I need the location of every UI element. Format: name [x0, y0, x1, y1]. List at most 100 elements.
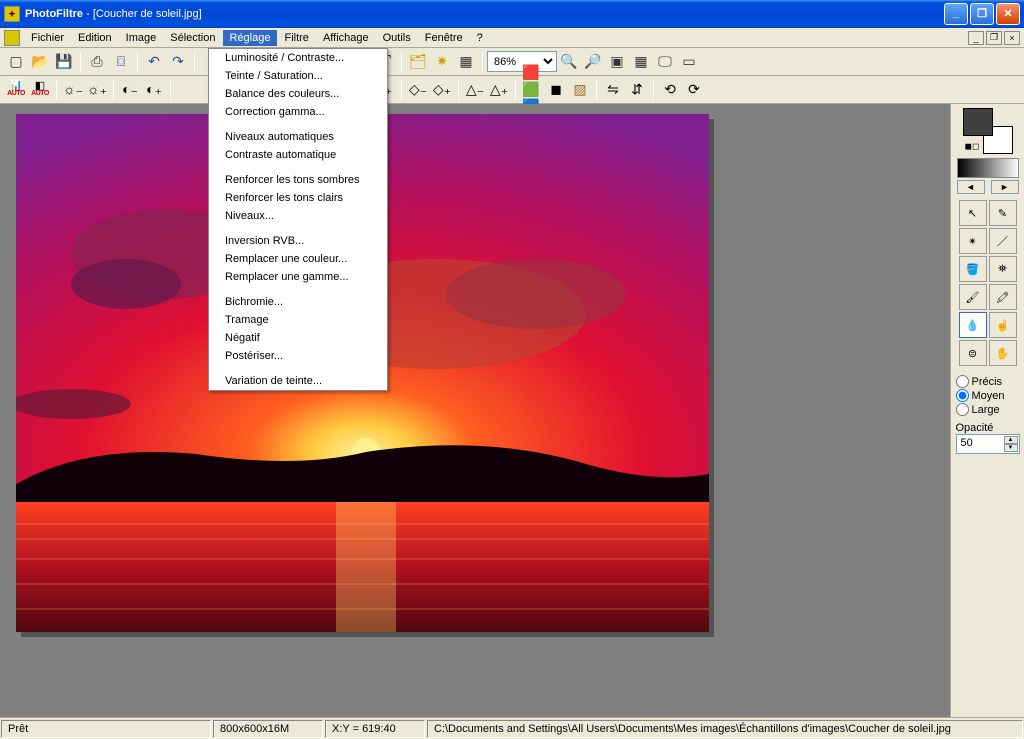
zoom-out-button[interactable]: 🔎 — [582, 51, 604, 73]
menu-image[interactable]: Image — [119, 30, 164, 46]
spray-tool[interactable]: ⛯ — [989, 256, 1017, 282]
dd-posteriser[interactable]: Postériser... — [209, 347, 387, 365]
tool-palette: ◼◻ ◄ ► ↖ ✎ ✴ ／ 🪣 ⛯ 🖌 🖍 💧 ☝ ⊜ ✋ Précis Mo… — [950, 104, 1024, 717]
menu-outils[interactable]: Outils — [376, 30, 418, 46]
mdi-restore[interactable]: ❐ — [986, 31, 1002, 45]
dd-tonsclairs[interactable]: Renforcer les tons clairs — [209, 189, 387, 207]
dd-contraste-auto[interactable]: Contraste automatique — [209, 146, 387, 164]
grad-next-button[interactable]: ► — [991, 180, 1019, 194]
dd-negatif[interactable]: Négatif — [209, 329, 387, 347]
doc-title: - [Coucher de soleil.jpg] — [83, 8, 202, 20]
actual-size-button[interactable]: ▦ — [630, 51, 652, 73]
opt-large[interactable]: Large — [956, 403, 1020, 416]
zoom-in-button[interactable]: 🔍 — [558, 51, 580, 73]
contrast-minus[interactable]: ◐₋ — [119, 79, 141, 101]
dd-variation[interactable]: Variation de teinte... — [209, 372, 387, 390]
dd-balance[interactable]: Balance des couleurs... — [209, 85, 387, 103]
mdi-close[interactable]: × — [1004, 31, 1020, 45]
print-button[interactable]: ⎙ — [86, 51, 108, 73]
grad-prev-button[interactable]: ◄ — [957, 180, 985, 194]
menu-affichage[interactable]: Affichage — [316, 30, 376, 46]
status-ready: Prêt — [1, 720, 211, 738]
gradient-bar[interactable] — [957, 158, 1019, 178]
undo-button[interactable]: ↶ — [143, 51, 165, 73]
opt-precis[interactable]: Précis — [956, 375, 1020, 388]
slideshow-button[interactable]: ▭ — [678, 51, 700, 73]
scan-button[interactable]: ⌼ — [110, 51, 132, 73]
adv-brush-tool[interactable]: 🖍 — [989, 284, 1017, 310]
menu-help[interactable]: ? — [470, 30, 490, 46]
open-button[interactable]: 📂 — [29, 51, 51, 73]
opt-moyen[interactable]: Moyen — [956, 389, 1020, 402]
auto-levels-button[interactable]: 📊AUTO — [5, 79, 27, 101]
clone-tool[interactable]: ⊜ — [959, 340, 987, 366]
contrast-plus[interactable]: ◐₊ — [143, 79, 165, 101]
wand-tool[interactable]: ✴ — [959, 228, 987, 254]
dd-niveaux[interactable]: Niveaux... — [209, 207, 387, 225]
sepia-button[interactable]: ▨ — [569, 79, 591, 101]
menu-fichier[interactable]: Fichier — [24, 30, 71, 46]
menubar: Fichier Edition Image Sélection Réglage … — [0, 28, 1024, 48]
brush-tool[interactable]: 🖌 — [959, 284, 987, 310]
opacity-label: Opacité — [956, 422, 1020, 434]
fullscreen-button[interactable]: 🖵 — [654, 51, 676, 73]
move-tool[interactable]: ✋ — [989, 340, 1017, 366]
fill-tool[interactable]: 🪣 — [959, 256, 987, 282]
dd-luminosite[interactable]: Luminosité / Contraste... — [209, 49, 387, 67]
dd-gamma[interactable]: Correction gamma... — [209, 103, 387, 121]
brightness-plus[interactable]: ☼₊ — [86, 79, 108, 101]
dd-bichromie[interactable]: Bichromie... — [209, 293, 387, 311]
rotate-ccw-button[interactable]: ⟲ — [659, 79, 681, 101]
toolbar-main: ▢ 📂 💾 ⎙ ⌼ ↶ ↷ T 🗂 ✷ ▦ 86% 🔍 🔎 ▣ ▦ 🖵 ▭ — [0, 48, 1024, 76]
foreground-color[interactable] — [963, 108, 993, 136]
rgb-swap-button[interactable]: 🟥🟩🟦 — [521, 79, 543, 101]
smudge-tool[interactable]: ☝ — [989, 312, 1017, 338]
dd-inversion[interactable]: Inversion RVB... — [209, 232, 387, 250]
hue-plus[interactable]: △₊ — [488, 79, 510, 101]
opacity-spinner[interactable]: 50 ▲▼ — [956, 434, 1020, 454]
dd-niveaux-auto[interactable]: Niveaux automatiques — [209, 128, 387, 146]
pipette-tool[interactable]: ✎ — [989, 200, 1017, 226]
mdi-minimize[interactable]: _ — [968, 31, 984, 45]
module-button[interactable]: ✷ — [431, 51, 453, 73]
opacity-value: 50 — [961, 437, 973, 449]
app-icon: ✦ — [4, 6, 20, 22]
dd-remplacer-couleur[interactable]: Remplacer une couleur... — [209, 250, 387, 268]
explore-button[interactable]: 🗂 — [407, 51, 429, 73]
dd-teinte[interactable]: Teinte / Saturation... — [209, 67, 387, 85]
dd-remplacer-gamme[interactable]: Remplacer une gamme... — [209, 268, 387, 286]
blur-tool[interactable]: 💧 — [959, 312, 987, 338]
swap-colors-icon[interactable]: ◼◻ — [965, 141, 980, 152]
save-button[interactable]: 💾 — [53, 51, 75, 73]
canvas-area[interactable] — [0, 104, 950, 717]
menu-selection[interactable]: Sélection — [163, 30, 222, 46]
rotate-cw-button[interactable]: ⟳ — [683, 79, 705, 101]
opacity-up[interactable]: ▲ — [1004, 436, 1018, 444]
opacity-down[interactable]: ▼ — [1004, 444, 1018, 452]
flip-v-button[interactable]: ⇵ — [626, 79, 648, 101]
grayscale-button[interactable]: ◼ — [545, 79, 567, 101]
hue-minus[interactable]: △₋ — [464, 79, 486, 101]
automate-button[interactable]: ▦ — [455, 51, 477, 73]
menu-edition[interactable]: Edition — [71, 30, 119, 46]
brightness-minus[interactable]: ☼₋ — [62, 79, 84, 101]
menu-filtre[interactable]: Filtre — [277, 30, 315, 46]
fit-window-button[interactable]: ▣ — [606, 51, 628, 73]
flip-h-button[interactable]: ⇋ — [602, 79, 624, 101]
line-tool[interactable]: ／ — [989, 228, 1017, 254]
auto-contrast-button[interactable]: ◧AUTO — [29, 79, 51, 101]
app-title: PhotoFiltre — [25, 8, 83, 20]
new-button[interactable]: ▢ — [5, 51, 27, 73]
dd-tramage[interactable]: Tramage — [209, 311, 387, 329]
saturation-minus[interactable]: ◇₋ — [407, 79, 429, 101]
window-minimize-button[interactable]: _ — [944, 3, 968, 25]
menu-reglage[interactable]: Réglage — [223, 30, 278, 46]
saturation-plus[interactable]: ◇₊ — [431, 79, 453, 101]
window-maximize-button[interactable]: ❐ — [970, 3, 994, 25]
window-close-button[interactable]: ✕ — [996, 3, 1020, 25]
color-swatches[interactable]: ◼◻ — [963, 108, 1013, 154]
redo-button[interactable]: ↷ — [167, 51, 189, 73]
menu-fenetre[interactable]: Fenêtre — [418, 30, 470, 46]
pointer-tool[interactable]: ↖ — [959, 200, 987, 226]
dd-tonssombres[interactable]: Renforcer les tons sombres — [209, 171, 387, 189]
